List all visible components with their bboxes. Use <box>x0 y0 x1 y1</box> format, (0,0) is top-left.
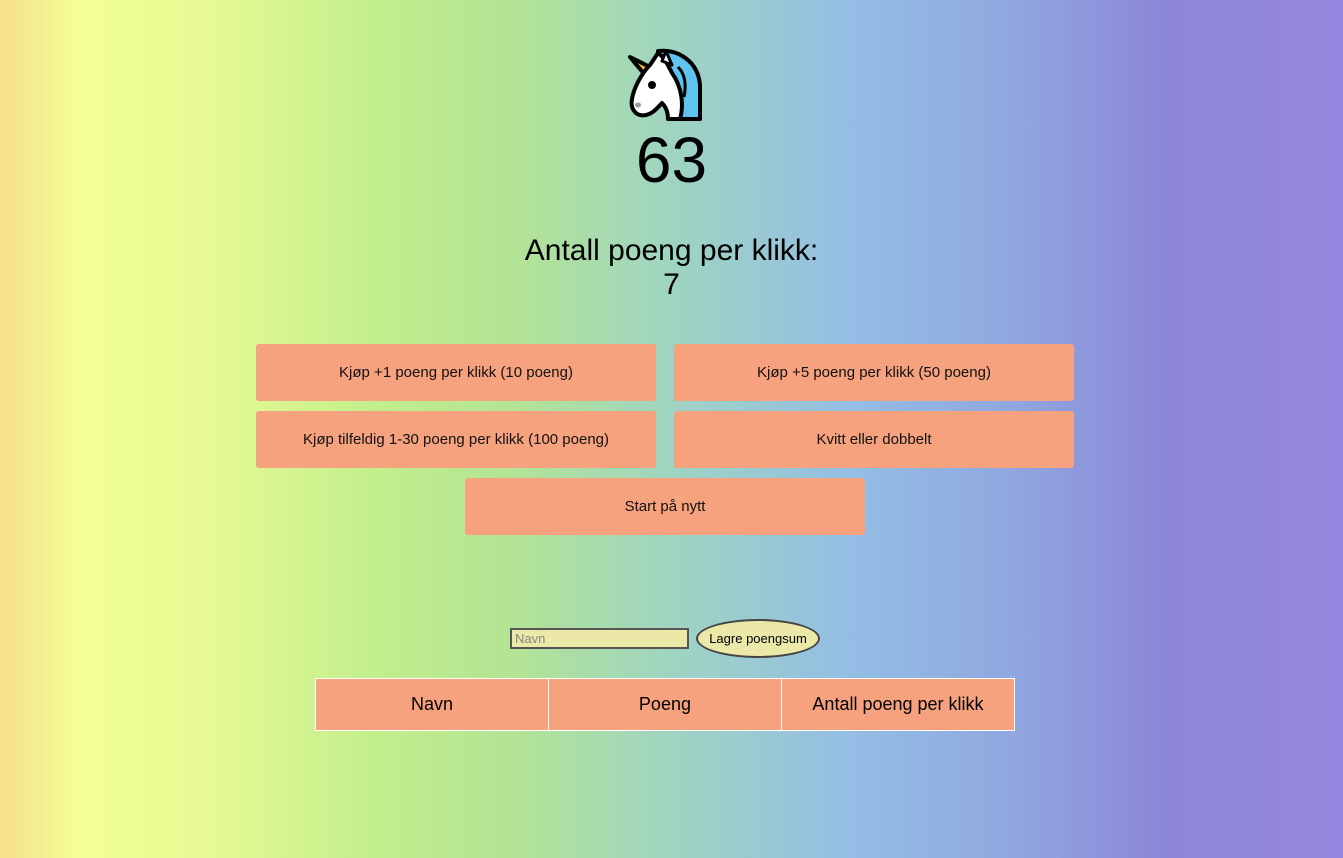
buy-plus1-button[interactable]: Kjøp +1 poeng per klikk (10 poeng) <box>256 344 656 401</box>
name-input[interactable] <box>510 628 689 649</box>
column-header-points-per-click: Antall poeng per klikk <box>780 678 1016 731</box>
points-per-click-value: 7 <box>663 268 680 301</box>
double-or-nothing-button[interactable]: Kvitt eller dobbelt <box>674 411 1074 468</box>
buy-random-button[interactable]: Kjøp tilfeldig 1-30 poeng per klikk (100… <box>256 411 656 468</box>
unicorn-icon[interactable] <box>628 47 704 123</box>
score-display: 63 <box>635 124 708 196</box>
column-header-name: Navn <box>315 678 549 731</box>
highscore-table: Navn Poeng Antall poeng per klikk <box>315 678 1016 731</box>
restart-button[interactable]: Start på nytt <box>465 478 865 535</box>
save-score-button[interactable]: Lagre poengsum <box>696 619 820 658</box>
points-per-click-label: Antall poeng per klikk: <box>524 234 819 267</box>
table-header-row: Navn Poeng Antall poeng per klikk <box>315 678 1016 731</box>
buy-plus5-button[interactable]: Kjøp +5 poeng per klikk (50 poeng) <box>674 344 1074 401</box>
column-header-points: Poeng <box>547 678 782 731</box>
